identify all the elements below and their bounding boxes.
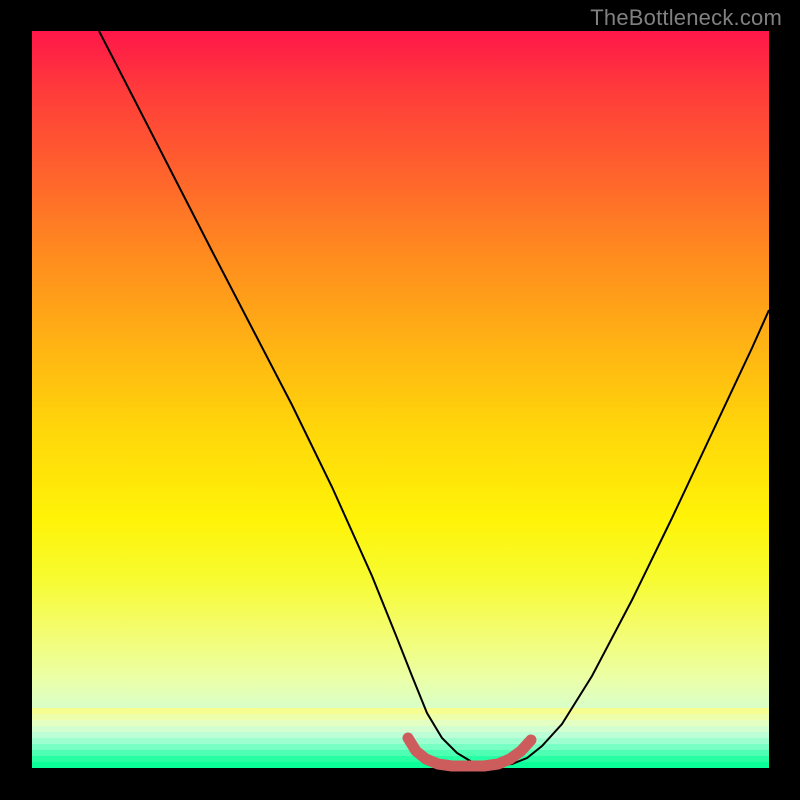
bottom-banding bbox=[32, 708, 769, 768]
plot-area bbox=[32, 31, 769, 768]
watermark-text: TheBottleneck.com bbox=[590, 5, 782, 31]
chart-svg bbox=[32, 31, 769, 768]
chart-frame: TheBottleneck.com bbox=[0, 0, 800, 800]
bottom-marker bbox=[408, 738, 531, 766]
curve-line bbox=[99, 31, 769, 765]
